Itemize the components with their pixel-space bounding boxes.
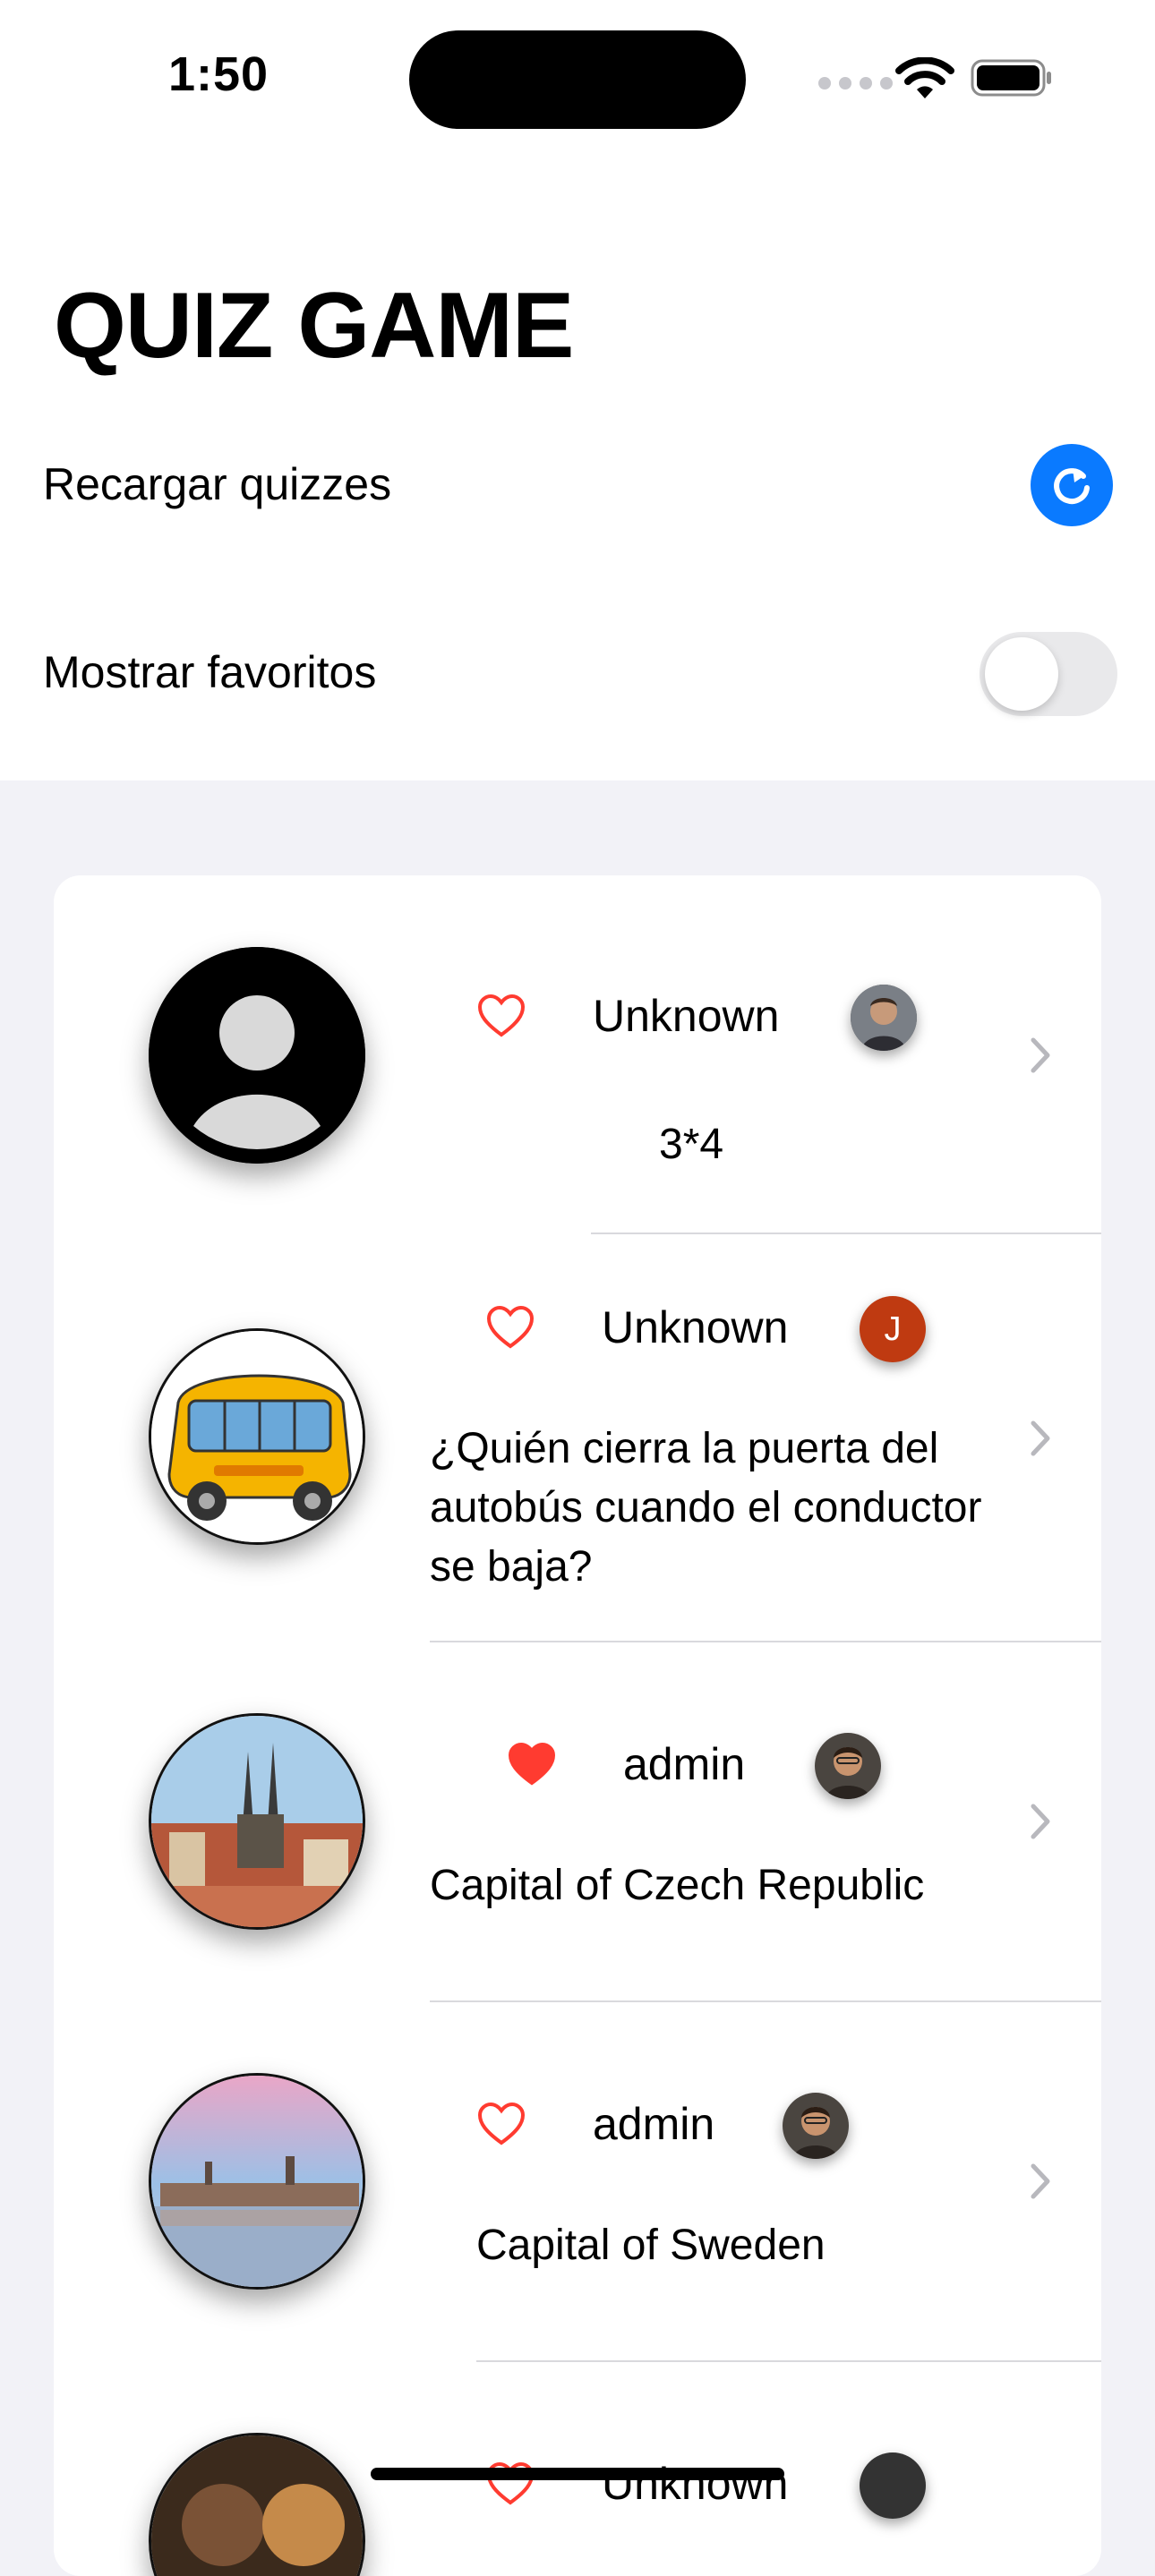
dynamic-island [409, 30, 746, 129]
person-placeholder-icon [149, 947, 365, 1164]
quiz-author: admin [623, 1739, 746, 1789]
quiz-question: 3*4 [659, 1121, 724, 1168]
reload-label: Recargar quizzes [43, 459, 392, 509]
favorites-toggle[interactable] [980, 632, 1117, 716]
quiz-question: Capital of Czech Republic [430, 1862, 925, 1909]
quiz-question: Capital of Sweden [476, 2222, 826, 2269]
toggle-knob [985, 637, 1058, 711]
quiz-row-3[interactable]: admin Capital of Czech Republic [54, 1642, 1101, 2002]
author-photo [851, 985, 917, 1051]
quiz-question: ¿Quién cierra la puerta del autobús cuan… [430, 1425, 982, 1591]
heart-outline-icon[interactable] [476, 994, 526, 1038]
chevron-right-icon [1031, 1804, 1050, 1839]
author-photo [815, 1733, 881, 1799]
battery-icon [971, 59, 1051, 97]
quiz-row-2[interactable]: Unknown J ¿Quién cierra la puerta del au… [54, 1233, 1101, 1642]
header-panel: 1:50 QUIZ GAME Recargar quizzes Mostrar … [0, 0, 1155, 780]
author-photo [860, 2452, 926, 2519]
wifi-icon [895, 57, 954, 98]
quiz-row-4[interactable]: admin Capital of Sweden [54, 2001, 1101, 2362]
quiz-image-bus [149, 1328, 365, 1545]
quiz-author: Unknown [602, 1302, 789, 1352]
heart-outline-icon[interactable] [485, 1305, 535, 1350]
heart-filled-icon[interactable] [507, 1742, 557, 1787]
quiz-list: Unknown 3*4 Unknown J ¿Quién cierra la p… [54, 875, 1101, 2576]
favorites-label: Mostrar favoritos [43, 647, 377, 697]
page-title: QUIZ GAME [54, 274, 574, 378]
chevron-right-icon [1031, 1420, 1050, 1456]
chevron-right-icon [1031, 1037, 1050, 1073]
reload-icon [1054, 468, 1090, 505]
chevron-right-icon [1031, 2163, 1050, 2199]
quiz-author: admin [593, 2099, 715, 2149]
reload-button[interactable] [1031, 444, 1113, 526]
quiz-author: Unknown [602, 2459, 789, 2509]
quiz-image-portrait [149, 2433, 365, 2576]
author-initial-avatar: J [860, 1296, 926, 1362]
quiz-image-stockholm [149, 2073, 365, 2290]
heart-outline-icon[interactable] [476, 2102, 526, 2146]
quiz-row-1[interactable]: Unknown 3*4 [54, 875, 1101, 1234]
default-user-avatar [149, 947, 365, 1164]
cellular-signal-icon [818, 77, 893, 90]
status-time: 1:50 [168, 47, 270, 101]
author-photo [783, 2093, 849, 2159]
quiz-image-prague [149, 1713, 365, 1930]
quiz-author: Unknown [593, 991, 780, 1041]
home-indicator[interactable] [371, 2468, 784, 2480]
